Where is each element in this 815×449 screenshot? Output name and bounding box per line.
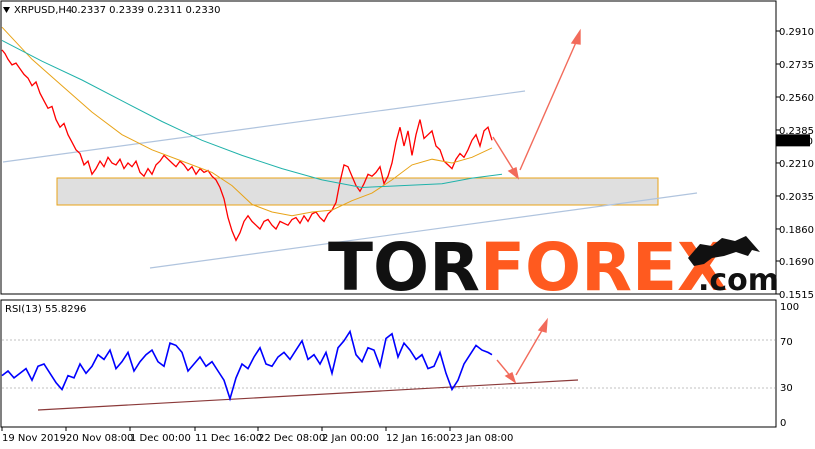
price-header-ohlc: 0.2337 0.2339 0.2311 0.2330 [71,5,221,16]
x-axis-tick-label: 12 Jan 16:00 [386,433,449,444]
price-axis-tick-label: 0.2735 [779,60,814,71]
rsi-axis-tick-label: 0 [780,418,786,429]
price-axis-tick-label: 0.2210 [779,159,814,170]
watermark-logo: TORFOREX .com [328,229,779,306]
chart-canvas: XRPUSD,H4 0.2337 0.2339 0.2311 0.2330 RS… [0,0,815,449]
svg-text:TORFOREX: TORFOREX [328,229,728,306]
rsi-axis-tick-label: 70 [780,337,793,348]
price-axis-tick-label: 0.2560 [779,93,814,104]
x-axis-tick-label: 11 Dec 16:00 [195,433,262,444]
current-price-marker: 0.2330 [776,134,813,147]
x-axis-tick-label: 20 Nov 08:00 [66,433,133,444]
price-axis-tick-label: 0.2035 [779,192,814,203]
x-axis-tick-label: 19 Nov 2019 [2,433,66,444]
x-axis-tick-label: 22 Dec 08:00 [258,433,325,444]
price-axis-tick-label: 0.1515 [779,290,814,301]
support-zone [56,177,659,206]
rsi-header-label: RSI(13) 55.8296 [5,304,86,315]
price-header-symbol: XRPUSD,H4 [14,5,72,16]
price-axis-tick-label: 0.1690 [779,257,814,268]
svg-text:0.2330: 0.2330 [778,136,813,147]
price-axis-tick-label: 0.1860 [779,225,814,236]
rsi-axis-tick-label: 100 [780,302,799,313]
price-axis-tick-label: 0.2910 [779,27,814,38]
x-axis-tick-label: 1 Dec 00:00 [130,433,191,444]
x-axis-tick-label: 2 Jan 00:00 [322,433,379,444]
svg-text:.com: .com [698,263,779,298]
x-axis-tick-label: 23 Jan 08:00 [450,433,513,444]
rsi-axis-tick-label: 30 [780,383,793,394]
